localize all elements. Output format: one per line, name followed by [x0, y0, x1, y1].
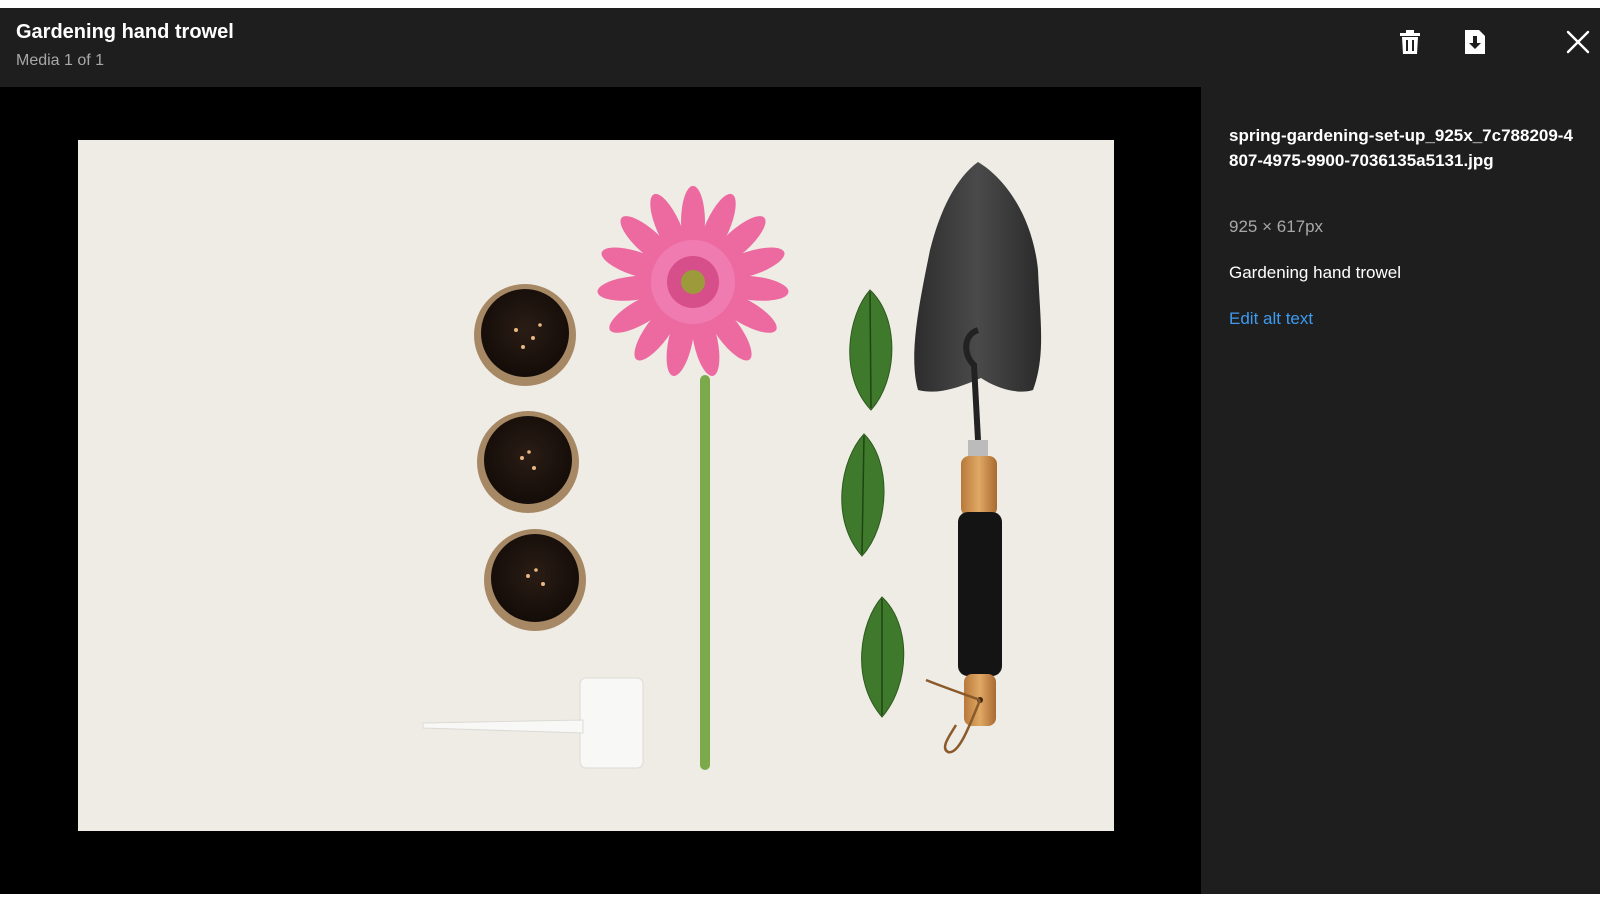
- file-name: spring-gardening-set-up_925x_7c788209-48…: [1229, 126, 1573, 170]
- image-dimensions: 925 × 617px: [1229, 217, 1324, 236]
- media-image: [78, 140, 1114, 831]
- peat-pots: [474, 284, 586, 631]
- media-title: Gardening hand trowel: [16, 21, 234, 43]
- viewer-header: Gardening hand trowel Media 1 of 1: [0, 8, 1600, 87]
- edit-alt-text-link[interactable]: Edit alt text: [1229, 309, 1313, 329]
- media-stage: [0, 87, 1201, 894]
- trash-icon: [1399, 29, 1421, 60]
- media-details-panel: spring-gardening-set-up_925x_7c788209-48…: [1201, 87, 1600, 894]
- download-icon: [1464, 29, 1486, 60]
- page-bottom-strip: [0, 894, 1600, 900]
- close-button[interactable]: [1562, 28, 1594, 60]
- media-viewer-modal: Gardening hand trowel Media 1 of 1 sprin…: [0, 8, 1600, 894]
- download-button[interactable]: [1459, 28, 1491, 60]
- delete-button[interactable]: [1394, 28, 1426, 60]
- close-icon: [1566, 30, 1590, 59]
- alt-text: Gardening hand trowel: [1229, 263, 1402, 282]
- media-counter: Media 1 of 1: [16, 52, 105, 69]
